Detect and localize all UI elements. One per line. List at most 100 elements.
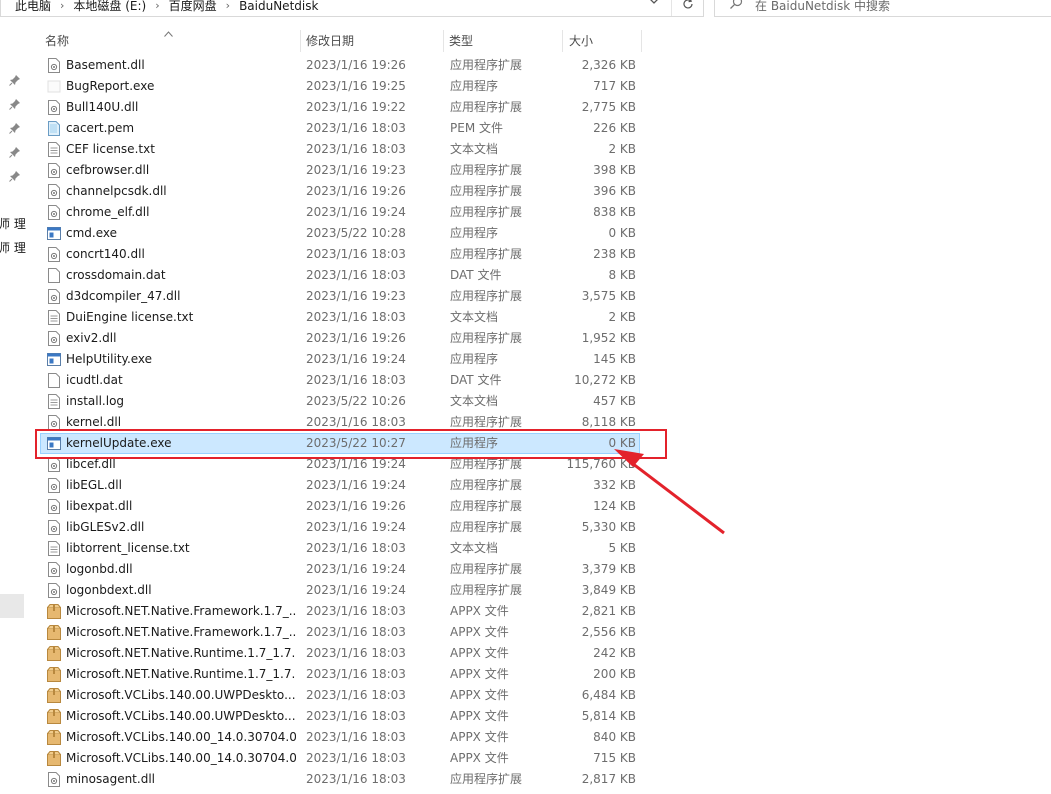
file-type: DAT 文件: [450, 268, 502, 282]
breadcrumb-separator-icon[interactable]: ›: [60, 0, 64, 12]
file-name: cacert.pem: [66, 121, 135, 135]
file-row[interactable]: libGLESv2.dll 2023/1/16 19:24 应用程序扩展 5,330 …: [40, 517, 640, 538]
breadcrumb-baidu-pan[interactable]: 百度网盘: [169, 0, 217, 14]
nav-item-fragment[interactable]: 师 理: [0, 239, 26, 256]
file-date: 2023/1/16 18:03: [306, 268, 406, 282]
file-row[interactable]: BugReport.exe 2023/1/16 19:25 应用程序 717 KB: [40, 76, 640, 97]
breadcrumb-separator-icon[interactable]: ›: [226, 0, 230, 12]
pin-icon[interactable]: [9, 98, 21, 110]
file-size: 5,814 KB: [581, 709, 636, 723]
file-row[interactable]: cefbrowser.dll 2023/1/16 19:23 应用程序扩展 398 K…: [40, 160, 640, 181]
text-file-icon: [47, 394, 61, 409]
file-row[interactable]: Microsoft.VCLibs.140.00.UWPDeskto... 2023…: [40, 706, 640, 727]
file-date: 2023/1/16 18:03: [306, 709, 406, 723]
file-row[interactable]: d3dcompiler_47.dll 2023/1/16 19:23 应用程序扩展 3…: [40, 286, 640, 307]
nav-selected-item[interactable]: [0, 594, 24, 618]
file-row[interactable]: Bull140U.dll 2023/1/16 19:22 应用程序扩展 2,775 K…: [40, 97, 640, 118]
file-row[interactable]: Microsoft.VCLibs.140.00_14.0.30704.0... 2…: [40, 727, 640, 748]
file-type: APPX 文件: [450, 625, 509, 639]
file-name: HelpUtility.exe: [66, 352, 153, 366]
file-row[interactable]: exiv2.dll 2023/1/16 19:26 应用程序扩展 1,952 KB: [40, 328, 640, 349]
chevron-down-icon[interactable]: [649, 0, 659, 9]
pin-icon[interactable]: [9, 74, 21, 86]
file-type: 应用程序扩展: [450, 247, 523, 261]
file-date: 2023/1/16 19:22: [306, 100, 406, 114]
breadcrumb-baidunetdisk[interactable]: BaiduNetdisk: [239, 0, 318, 13]
file-row[interactable]: cacert.pem 2023/1/16 18:03 PEM 文件 226 KB: [40, 118, 640, 139]
pin-icon[interactable]: [9, 122, 21, 134]
file-row[interactable]: cmd.exe 2023/5/22 10:28 应用程序 0 KB: [40, 223, 640, 244]
file-type: APPX 文件: [450, 688, 509, 702]
file-size: 145 KB: [593, 352, 636, 366]
column-header-size[interactable]: 大小: [564, 30, 642, 52]
dll-file-icon: [47, 499, 61, 514]
file-row[interactable]: DuiEngine license.txt 2023/1/16 18:03 文本文档…: [40, 307, 640, 328]
appx-package-icon: [47, 751, 61, 766]
file-name: icudtl.dat: [66, 373, 123, 387]
file-row[interactable]: logonbd.dll 2023/1/16 19:24 应用程序扩展 3,379 KB: [40, 559, 640, 580]
breadcrumb-local-disk[interactable]: 本地磁盘 (E:): [73, 0, 146, 14]
dll-file-icon: [47, 520, 61, 535]
search-icon: [729, 0, 743, 12]
file-type: 应用程序扩展: [450, 205, 523, 219]
file-size: 3,575 KB: [581, 289, 636, 303]
file-row[interactable]: CEF license.txt 2023/1/16 18:03 文本文档 2 KB: [40, 139, 640, 160]
file-row[interactable]: Microsoft.VCLibs.140.00.UWPDeskto... 2023…: [40, 685, 640, 706]
file-type: 应用程序扩展: [450, 772, 523, 786]
file-row[interactable]: Microsoft.NET.Native.Runtime.1.7_1.7... 2…: [40, 664, 640, 685]
file-date: 2023/1/16 19:26: [306, 499, 406, 513]
file-name: Bull140U.dll: [66, 100, 139, 114]
file-row[interactable]: logonbdext.dll 2023/1/16 19:24 应用程序扩展 3,849…: [40, 580, 640, 601]
file-type: 应用程序: [450, 352, 499, 366]
file-size: 2,326 KB: [581, 58, 636, 72]
file-name: libexpat.dll: [66, 499, 133, 513]
text-file-icon: [47, 541, 61, 556]
file-type: 应用程序扩展: [450, 163, 523, 177]
file-date: 2023/1/16 18:03: [306, 625, 406, 639]
file-row[interactable]: Microsoft.VCLibs.140.00_14.0.30704.0... 2…: [40, 748, 640, 769]
column-header-type[interactable]: 类型: [444, 30, 563, 52]
file-size: 0 KB: [608, 226, 636, 240]
refresh-icon[interactable]: [671, 0, 704, 16]
file-row[interactable]: Microsoft.NET.Native.Runtime.1.7_1.7... 2…: [40, 643, 640, 664]
breadcrumb-separator-icon[interactable]: ›: [155, 0, 159, 12]
file-row[interactable]: channelpcsdk.dll 2023/1/16 19:26 应用程序扩展 396…: [40, 181, 640, 202]
file-size: 1,952 KB: [581, 331, 636, 345]
dll-file-icon: [47, 184, 61, 199]
nav-item-fragment[interactable]: 师 理: [0, 215, 26, 232]
file-row[interactable]: HelpUtility.exe 2023/1/16 19:24 应用程序 145 KB: [40, 349, 640, 370]
file-name: Microsoft.NET.Native.Runtime.1.7_1.7...: [66, 667, 296, 681]
file-row[interactable]: libtorrent_license.txt 2023/1/16 18:03 文本文…: [40, 538, 640, 559]
breadcrumb-this-pc[interactable]: 此电脑: [15, 0, 51, 14]
dll-file-icon: [47, 478, 61, 493]
file-name: Microsoft.VCLibs.140.00_14.0.30704.0...: [66, 730, 296, 744]
file-row[interactable]: Basement.dll 2023/1/16 19:26 应用程序扩展 2,326 K…: [40, 55, 640, 76]
column-header-date[interactable]: 修改日期: [301, 30, 444, 52]
file-row[interactable]: chrome_elf.dll 2023/1/16 19:24 应用程序扩展 838 K…: [40, 202, 640, 223]
file-size: 6,484 KB: [581, 688, 636, 702]
pin-icon[interactable]: [9, 170, 21, 182]
search-input[interactable]: 在 BaiduNetdisk 中搜索: [714, 0, 1051, 17]
file-date: 2023/5/22 10:26: [306, 394, 406, 408]
file-size: 3,849 KB: [581, 583, 636, 597]
column-header-name[interactable]: 名称: [40, 30, 301, 52]
file-row[interactable]: icudtl.dat 2023/1/16 18:03 DAT 文件 10,272 KB: [40, 370, 640, 391]
file-row[interactable]: install.log 2023/5/22 10:26 文本文档 457 KB: [40, 391, 640, 412]
file-size: 238 KB: [593, 247, 636, 261]
file-date: 2023/1/16 18:03: [306, 310, 406, 324]
address-bar[interactable]: 此电脑 › 本地磁盘 (E:) › 百度网盘 › BaiduNetdisk: [0, 0, 704, 17]
file-type: 应用程序: [450, 226, 499, 240]
file-row[interactable]: libexpat.dll 2023/1/16 19:26 应用程序扩展 124 KB: [40, 496, 640, 517]
file-row[interactable]: minosagent.dll 2023/1/16 18:03 应用程序扩展 2,817…: [40, 769, 640, 790]
file-date: 2023/1/16 18:03: [306, 730, 406, 744]
file-row[interactable]: concrt140.dll 2023/1/16 18:03 应用程序扩展 238 KB: [40, 244, 640, 265]
file-date: 2023/1/16 19:26: [306, 331, 406, 345]
file-type: 文本文档: [450, 541, 499, 555]
file-row[interactable]: crossdomain.dat 2023/1/16 18:03 DAT 文件 8 KB: [40, 265, 640, 286]
file-row[interactable]: libEGL.dll 2023/1/16 19:24 应用程序扩展 332 KB: [40, 475, 640, 496]
file-size: 2 KB: [608, 310, 636, 324]
file-row[interactable]: Microsoft.NET.Native.Framework.1.7_... 20…: [40, 601, 640, 622]
file-date: 2023/1/16 18:03: [306, 688, 406, 702]
pin-icon[interactable]: [9, 146, 21, 158]
file-row[interactable]: Microsoft.NET.Native.Framework.1.7_... 20…: [40, 622, 640, 643]
